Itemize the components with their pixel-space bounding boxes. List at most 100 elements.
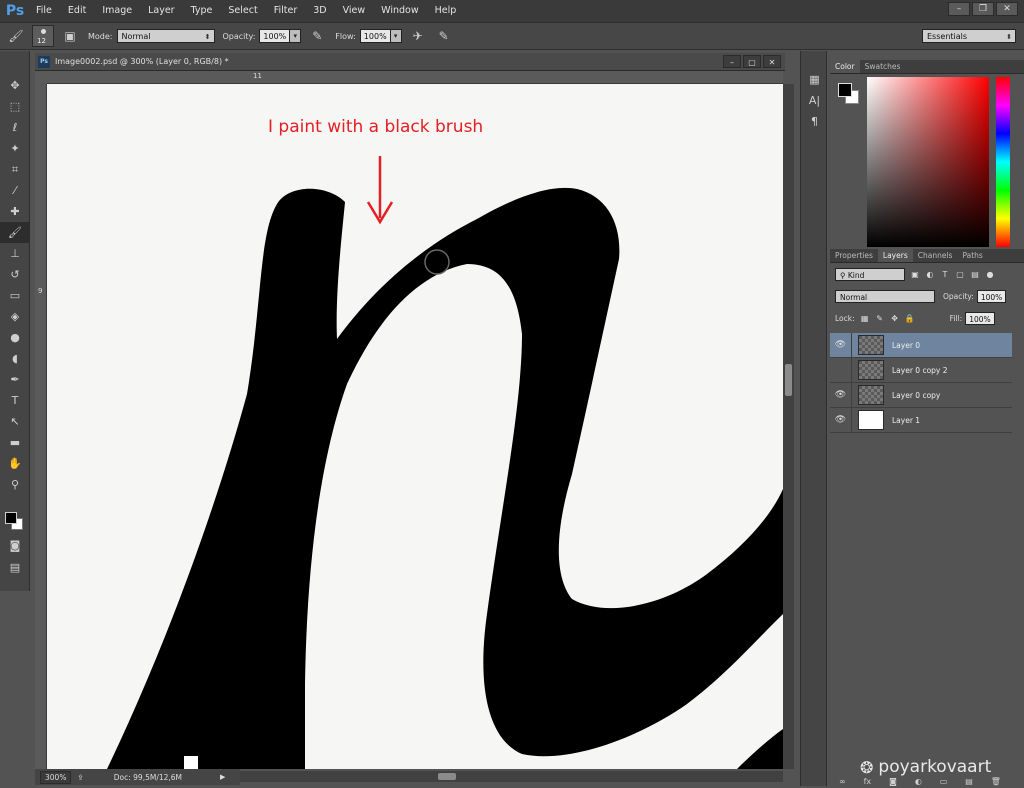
flow-dropdown-button[interactable]: ▾ xyxy=(390,29,402,43)
vertical-scrollbar-thumb[interactable] xyxy=(785,364,792,396)
restore-button[interactable]: ❐ xyxy=(972,2,994,16)
document-maximize-button[interactable]: ▢ xyxy=(743,55,761,68)
type-tool-icon[interactable]: T xyxy=(0,390,30,411)
share-icon[interactable]: ⇪ xyxy=(77,773,83,782)
document-minimize-button[interactable]: – xyxy=(723,55,741,68)
zoom-level-field[interactable]: 300% xyxy=(40,770,72,784)
document-canvas[interactable]: I paint with a black brush xyxy=(47,84,783,769)
new-layer-icon[interactable]: ▤ xyxy=(965,777,973,786)
tab-channels[interactable]: Channels xyxy=(913,249,958,262)
visibility-eye-icon[interactable]: 👁 xyxy=(830,407,852,433)
airbrush-icon[interactable]: ✈ xyxy=(408,26,428,46)
lock-all-icon[interactable]: 🔒 xyxy=(905,314,915,324)
menu-help[interactable]: Help xyxy=(427,0,465,22)
shape-filter-icon[interactable]: ▢ xyxy=(955,270,965,280)
menu-filter[interactable]: Filter xyxy=(266,0,306,22)
menu-3d[interactable]: 3D xyxy=(305,0,334,22)
history-panel-icon[interactable]: ▦ xyxy=(801,69,828,90)
path-selection-tool-icon[interactable]: ↖ xyxy=(0,411,30,432)
marquee-tool-icon[interactable]: ⬚ xyxy=(0,96,30,117)
brush-tool-preset-icon[interactable]: 🖌 xyxy=(6,26,26,46)
character-panel-icon[interactable]: A| xyxy=(801,90,828,111)
brush-tool-icon[interactable]: 🖌 xyxy=(0,222,30,243)
mode-select[interactable]: Normal ⬍ xyxy=(116,29,215,43)
menu-layer[interactable]: Layer xyxy=(140,0,183,22)
lock-transparency-icon[interactable]: ▦ xyxy=(860,314,870,324)
horizontal-scrollbar[interactable] xyxy=(240,771,783,782)
status-menu-arrow-icon[interactable]: ▶ xyxy=(220,773,225,781)
eyedropper-tool-icon[interactable]: ⁄ xyxy=(0,180,30,201)
trash-icon[interactable]: 🗑 xyxy=(991,777,1001,786)
new-group-icon[interactable]: ▭ xyxy=(940,777,948,786)
menu-file[interactable]: File xyxy=(28,0,60,22)
color-panel-foreground-swatch[interactable] xyxy=(838,83,852,97)
pixel-filter-icon[interactable]: ▣ xyxy=(910,270,920,280)
tab-color[interactable]: Color xyxy=(830,60,860,73)
minimize-button[interactable]: – xyxy=(948,2,970,16)
visibility-toggle-empty[interactable] xyxy=(830,357,852,383)
adjustment-layer-icon[interactable]: ◐ xyxy=(915,777,922,786)
horizontal-ruler[interactable]: 11 xyxy=(47,71,783,84)
tab-properties[interactable]: Properties xyxy=(830,249,878,262)
dodge-tool-icon[interactable]: ◖ xyxy=(0,348,30,369)
layer-mask-icon[interactable]: ◙ xyxy=(889,777,897,786)
menu-type[interactable]: Type xyxy=(183,0,221,22)
rectangle-tool-icon[interactable]: ▬ xyxy=(0,432,30,453)
vertical-scrollbar[interactable] xyxy=(783,84,794,769)
link-layers-icon[interactable]: ∞ xyxy=(839,777,846,786)
brush-panel-toggle-icon[interactable]: ▣ xyxy=(60,26,80,46)
hue-slider[interactable] xyxy=(996,77,1010,247)
zoom-tool-icon[interactable]: ⚲ xyxy=(0,474,30,495)
filter-toggle-icon[interactable]: ● xyxy=(985,270,995,280)
type-filter-icon[interactable]: T xyxy=(940,270,950,280)
ruler-origin[interactable] xyxy=(35,71,47,84)
menu-edit[interactable]: Edit xyxy=(60,0,94,22)
menu-window[interactable]: Window xyxy=(373,0,426,22)
lasso-tool-icon[interactable]: ℓ xyxy=(0,117,30,138)
pen-tool-icon[interactable]: ✒ xyxy=(0,369,30,390)
pressure-opacity-icon[interactable]: ✎ xyxy=(307,26,327,46)
crop-tool-icon[interactable]: ⌗ xyxy=(0,159,30,180)
opacity-input[interactable]: 100% xyxy=(259,29,291,43)
eraser-tool-icon[interactable]: ▭ xyxy=(0,285,30,306)
smart-object-filter-icon[interactable]: ▤ xyxy=(970,270,980,280)
color-picker-field[interactable] xyxy=(867,77,989,247)
blend-mode-select[interactable]: Normal xyxy=(835,290,935,303)
layer-style-icon[interactable]: fx xyxy=(864,777,872,786)
screen-mode-icon[interactable]: ▤ xyxy=(0,557,30,578)
tab-swatches[interactable]: Swatches xyxy=(860,60,906,73)
foreground-color-swatch[interactable] xyxy=(5,512,17,524)
document-tab[interactable]: Ps Image0002.psd @ 300% (Layer 0, RGB/8)… xyxy=(35,53,785,71)
tab-paths[interactable]: Paths xyxy=(957,249,987,262)
adjustment-filter-icon[interactable]: ◐ xyxy=(925,270,935,280)
history-brush-tool-icon[interactable]: ↺ xyxy=(0,264,30,285)
menu-select[interactable]: Select xyxy=(220,0,265,22)
layer-row[interactable]: 👁 Layer 0 copy xyxy=(830,382,1012,408)
fill-input[interactable]: 100% xyxy=(965,312,995,325)
workspace-select[interactable]: Essentials ⬍ xyxy=(922,29,1016,43)
clone-stamp-tool-icon[interactable]: ⊥ xyxy=(0,243,30,264)
layer-row[interactable]: 👁 Layer 1 xyxy=(830,407,1012,433)
layer-row[interactable]: 👁 Layer 0 xyxy=(830,332,1012,358)
layer-row[interactable]: Layer 0 copy 2 xyxy=(830,357,1012,383)
magic-wand-tool-icon[interactable]: ✦ xyxy=(0,138,30,159)
move-tool-icon[interactable]: ✥ xyxy=(0,75,30,96)
layer-filter-select[interactable]: ⚲ Kind xyxy=(835,268,905,281)
blur-tool-icon[interactable]: ● xyxy=(0,327,30,348)
healing-brush-tool-icon[interactable]: ✚ xyxy=(0,201,30,222)
vertical-ruler[interactable]: 9 xyxy=(35,84,47,769)
menu-image[interactable]: Image xyxy=(94,0,140,22)
horizontal-scrollbar-thumb[interactable] xyxy=(438,773,456,780)
brush-size-picker[interactable]: 12 xyxy=(32,25,54,47)
tab-layers[interactable]: Layers xyxy=(877,249,913,262)
quick-mask-icon[interactable]: ◙ xyxy=(0,535,30,556)
document-close-button[interactable]: ✕ xyxy=(763,55,781,68)
hand-tool-icon[interactable]: ✋ xyxy=(0,453,30,474)
pressure-size-icon[interactable]: ✎ xyxy=(434,26,454,46)
opacity-dropdown-button[interactable]: ▾ xyxy=(290,29,302,43)
lock-pixels-icon[interactable]: ✎ xyxy=(875,314,885,324)
flow-input[interactable]: 100% xyxy=(359,29,391,43)
layer-opacity-input[interactable]: 100% xyxy=(976,290,1007,303)
visibility-eye-icon[interactable]: 👁 xyxy=(830,332,852,358)
paint-bucket-tool-icon[interactable]: ◈ xyxy=(0,306,30,327)
